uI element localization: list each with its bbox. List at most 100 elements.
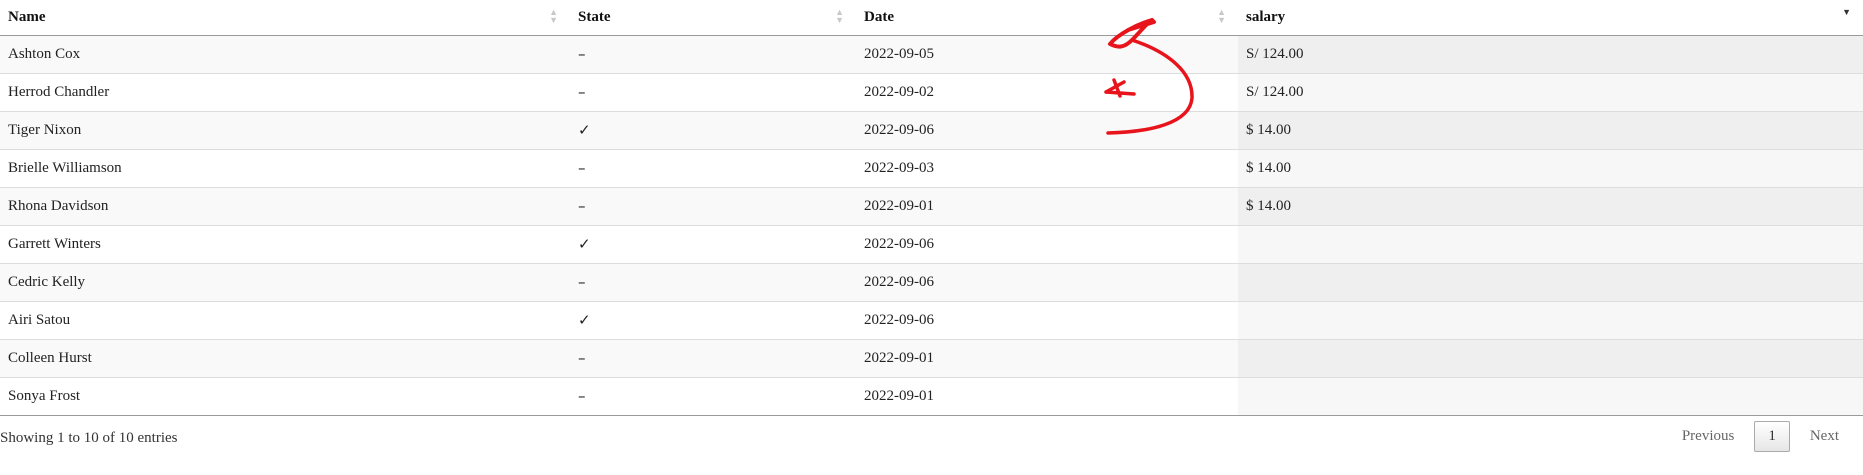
cell-salary: S/ 124.00: [1238, 73, 1863, 112]
cell-name: Sonya Frost: [0, 377, 570, 416]
cell-name: Cedric Kelly: [0, 263, 570, 302]
sort-icon: ▲ ▼: [549, 7, 558, 25]
datatable-page: Name ▲ ▼ State ▲ ▼ Date ▲ ▼ salary ▼ Ashton…: [0, 0, 1863, 475]
cell-state: –: [570, 149, 856, 188]
table-row: Tiger Nixon ✓ 2022-09-06 $ 14.00: [0, 111, 1863, 150]
cell-state: –: [570, 73, 856, 112]
table-info: Showing 1 to 10 of 10 entries: [0, 430, 178, 446]
cell-date: 2022-09-02: [856, 73, 1238, 112]
cell-salary: [1238, 263, 1863, 302]
table-row: Sonya Frost – 2022-09-01: [0, 377, 1863, 416]
cell-date: 2022-09-03: [856, 149, 1238, 188]
column-header-label: Name: [8, 9, 46, 25]
cell-date-text: 2022-09-01: [864, 198, 934, 214]
cell-salary-text: $ 14.00: [1246, 160, 1291, 176]
cell-date: 2022-09-06: [856, 301, 1238, 340]
table-row: Brielle Williamson – 2022-09-03 $ 14.00: [0, 149, 1863, 188]
next-page-button[interactable]: Next: [1798, 422, 1851, 451]
cell-date-text: 2022-09-06: [864, 122, 934, 138]
dash-icon: –: [578, 159, 586, 177]
cell-salary: $ 14.00: [1238, 187, 1863, 226]
cell-name-text: Cedric Kelly: [8, 274, 86, 290]
cell-name-text: Rhona Davidson: [8, 198, 109, 214]
dash-icon: –: [578, 349, 586, 367]
sort-icon: ▲ ▼: [1217, 7, 1226, 25]
table-row: Colleen Hurst – 2022-09-01: [0, 339, 1863, 378]
cell-name-text: Brielle Williamson: [8, 160, 122, 176]
table-row: Garrett Winters ✓ 2022-09-06: [0, 225, 1863, 264]
column-header-date[interactable]: Date ▲ ▼: [856, 0, 1238, 36]
cell-salary-text: S/ 124.00: [1246, 84, 1304, 100]
column-header-name[interactable]: Name ▲ ▼: [0, 0, 570, 36]
cell-name-text: Sonya Frost: [8, 388, 81, 404]
table-row: Cedric Kelly – 2022-09-06: [0, 263, 1863, 302]
cell-date: 2022-09-05: [856, 35, 1238, 74]
cell-state: –: [570, 377, 856, 416]
table-row: Airi Satou ✓ 2022-09-06: [0, 301, 1863, 340]
cell-salary: $ 14.00: [1238, 149, 1863, 188]
cell-state: ✓: [570, 225, 856, 264]
check-icon: ✓: [578, 121, 591, 139]
data-table: Name ▲ ▼ State ▲ ▼ Date ▲ ▼ salary ▼ Ashton…: [0, 0, 1863, 416]
sort-icon: ▲ ▼: [835, 7, 844, 25]
dash-icon: –: [578, 387, 586, 405]
cell-state: ✓: [570, 301, 856, 340]
cell-date: 2022-09-01: [856, 187, 1238, 226]
cell-date: 2022-09-06: [856, 225, 1238, 264]
check-icon: ✓: [578, 235, 591, 253]
cell-state: –: [570, 35, 856, 74]
cell-salary: [1238, 301, 1863, 340]
cell-salary: S/ 124.00: [1238, 35, 1863, 74]
cell-name-text: Airi Satou: [8, 312, 71, 328]
column-header-state[interactable]: State ▲ ▼: [570, 0, 856, 36]
cell-name-text: Ashton Cox: [8, 46, 81, 62]
table-body: Ashton Cox –2022-09-05 S/ 124.00 Herrod Cha…: [0, 35, 1863, 416]
pagination: Previous 1 Next: [1670, 421, 1851, 452]
cell-date-text: 2022-09-02: [864, 84, 934, 100]
table-row: Rhona Davidson – 2022-09-01 $ 14.00: [0, 187, 1863, 226]
dash-icon: –: [578, 45, 586, 63]
cell-name: Rhona Davidson: [0, 187, 570, 226]
cell-date-text: 2022-09-03: [864, 160, 934, 176]
cell-name: Colleen Hurst: [0, 339, 570, 378]
cell-name: Airi Satou: [0, 301, 570, 340]
cell-salary: [1238, 225, 1863, 264]
cell-date: 2022-09-01: [856, 339, 1238, 378]
cell-date: 2022-09-06: [856, 111, 1238, 150]
cell-salary: [1238, 339, 1863, 378]
cell-date-text: 2022-09-01: [864, 388, 934, 404]
sort-descending-icon: ▼: [1842, 7, 1851, 17]
column-header-label: State: [578, 9, 611, 25]
cell-date-text: 2022-09-06: [864, 312, 934, 328]
cell-date: 2022-09-01: [856, 377, 1238, 416]
check-icon: ✓: [578, 311, 591, 329]
column-header-label: Date: [864, 9, 894, 25]
page-1-button[interactable]: 1: [1754, 421, 1790, 452]
cell-state: –: [570, 187, 856, 226]
cell-state: –: [570, 339, 856, 378]
cell-name-text: Tiger Nixon: [8, 122, 82, 138]
cell-name: Herrod Chandler: [0, 73, 570, 112]
dash-icon: –: [578, 273, 586, 291]
column-header-salary[interactable]: salary ▼: [1238, 0, 1863, 36]
dash-icon: –: [578, 197, 586, 215]
cell-salary-text: S/ 124.00: [1246, 46, 1304, 62]
cell-state: ✓: [570, 111, 856, 150]
cell-date-text: 2022-09-06: [864, 236, 934, 252]
cell-name-text: Herrod Chandler: [8, 84, 110, 100]
cell-date: 2022-09-06: [856, 263, 1238, 302]
table-header-row: Name ▲ ▼ State ▲ ▼ Date ▲ ▼ salary ▼: [0, 0, 1863, 36]
cell-salary: [1238, 377, 1863, 416]
table-row: Ashton Cox – 2022-09-05 S/ 124.00: [0, 35, 1863, 74]
cell-name: Tiger Nixon: [0, 111, 570, 150]
cell-name: Ashton Cox: [0, 35, 570, 74]
table-row: Herrod Chandler – 2022-09-02 S/ 124.00: [0, 73, 1863, 112]
cell-name-text: Garrett Winters: [8, 236, 101, 252]
cell-salary: $ 14.00: [1238, 111, 1863, 150]
dash-icon: –: [578, 83, 586, 101]
previous-page-button[interactable]: Previous: [1670, 422, 1747, 451]
cell-name: Garrett Winters: [0, 225, 570, 264]
cell-salary-text: $ 14.00: [1246, 122, 1291, 138]
cell-name-text: Colleen Hurst: [8, 350, 92, 366]
cell-name: Brielle Williamson: [0, 149, 570, 188]
